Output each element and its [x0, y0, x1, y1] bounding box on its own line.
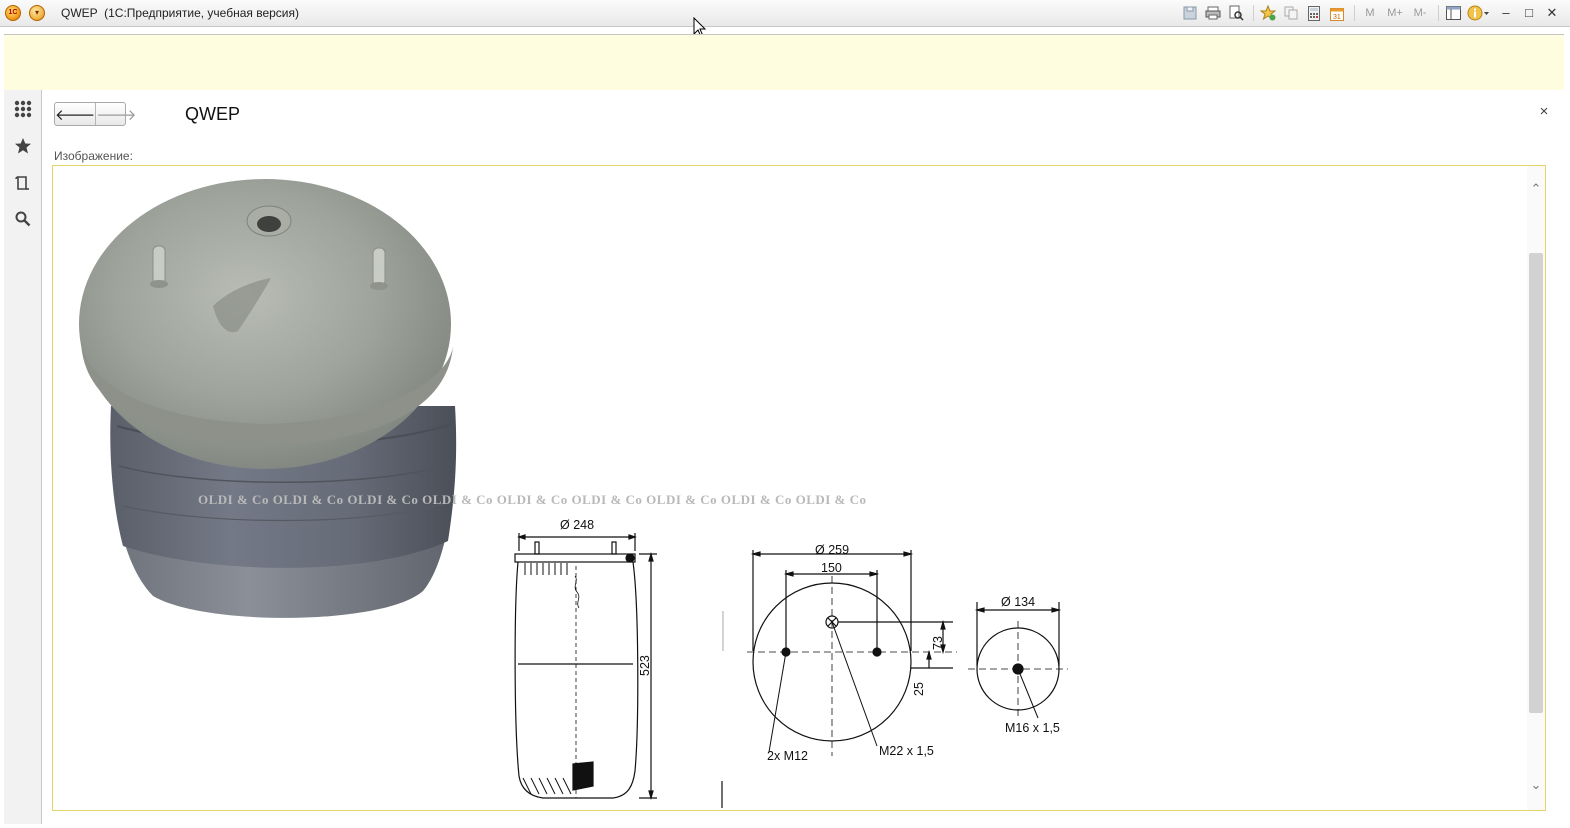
dim-height: 523: [638, 655, 652, 676]
dim-bottom-thread: M16 x 1,5: [1005, 721, 1060, 735]
dim-diameter-plate: Ø 259: [815, 543, 849, 557]
product-picture: Ø 248 523 Ø 259 150 73 25 2x M12 M22 x 1…: [79, 179, 1068, 808]
svg-text:31: 31: [1333, 14, 1341, 21]
favorite-add-icon[interactable]: [1258, 3, 1278, 23]
air-spring-photo: [79, 179, 457, 618]
apps-grid-icon[interactable]: [12, 98, 34, 120]
watermark-text: OLDI & Co OLDI & Co OLDI & Co OLDI & Co …: [198, 492, 867, 507]
close-icon[interactable]: ✕: [1541, 3, 1563, 23]
info-icon[interactable]: [1466, 3, 1492, 23]
main-menu-icon[interactable]: ▾: [29, 5, 45, 21]
dim-offset-73: 73: [931, 636, 945, 650]
navigation-buttons: 🡐 🡒: [54, 102, 136, 126]
form-title: QWEP: [185, 104, 241, 124]
image-field-label: Изображение:: [54, 149, 133, 163]
toolbar-separator: [1438, 5, 1439, 21]
message-panel: [4, 34, 1564, 91]
panels-layout-icon[interactable]: [1443, 3, 1463, 23]
toolbar-separator: [1354, 5, 1355, 21]
scroll-up-arrow-icon[interactable]: ⌃: [1530, 182, 1542, 196]
scroll-down-arrow-icon[interactable]: ⌄: [1530, 778, 1542, 792]
toolbar-separator: [1253, 5, 1254, 21]
save-icon[interactable]: [1180, 3, 1200, 23]
dim-studs: 2x M12: [767, 749, 808, 763]
dim-diameter-bottom: Ø 134: [1001, 595, 1035, 609]
form-content: 🡐 🡒 QWEP × Изображение: Ø 248 523 Ø 259 …: [42, 90, 1564, 824]
image-field[interactable]: Ø 248 523 Ø 259 150 73 25 2x M12 M22 x 1…: [52, 165, 1546, 811]
dim-diameter-top: Ø 248: [560, 518, 594, 532]
scroll-thumb[interactable]: [1529, 253, 1543, 713]
titlebar-toolbar: 31 M M+ M-: [1180, 3, 1495, 23]
window-titlebar: 1С ▾ QWEP (1С:Предприятие, учебная верси…: [0, 0, 1570, 27]
side-profile-drawing: [514, 533, 657, 801]
bottom-piston-drawing: [968, 602, 1068, 719]
calculator-icon[interactable]: [1304, 3, 1324, 23]
memory-add-button[interactable]: M+: [1384, 3, 1406, 23]
dim-bolt-spacing: 150: [821, 561, 842, 575]
image-vertical-scrollbar[interactable]: ⌃ ⌄: [1527, 166, 1545, 810]
back-button[interactable]: 🡐: [55, 103, 95, 125]
app-logo-icon[interactable]: 1С: [5, 5, 21, 21]
dim-air-port: M22 x 1,5: [879, 744, 934, 758]
history-icon[interactable]: [12, 172, 34, 194]
top-plate-drawing: [747, 550, 957, 756]
calendar-icon[interactable]: 31: [1327, 3, 1347, 23]
sections-sidebar: [4, 90, 42, 824]
copy-icon[interactable]: [1281, 3, 1301, 23]
forward-button[interactable]: 🡒: [95, 103, 136, 125]
preview-icon[interactable]: [1226, 3, 1246, 23]
memory-subtract-button[interactable]: M-: [1409, 3, 1431, 23]
favorites-star-icon[interactable]: [12, 135, 34, 157]
maximize-icon[interactable]: □: [1518, 3, 1540, 23]
dim-offset-25: 25: [912, 682, 926, 696]
search-icon[interactable]: [12, 208, 34, 230]
print-icon[interactable]: [1203, 3, 1223, 23]
minimize-icon[interactable]: –: [1495, 3, 1517, 23]
memory-store-button[interactable]: M: [1359, 3, 1381, 23]
close-form-button[interactable]: ×: [1534, 102, 1554, 122]
window-title: QWEP (1С:Предприятие, учебная версия): [61, 6, 299, 20]
